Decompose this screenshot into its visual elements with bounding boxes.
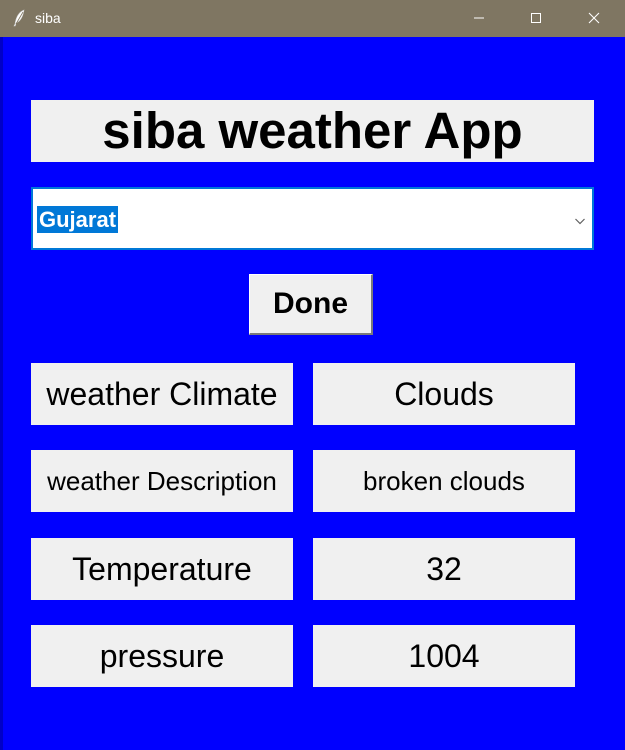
pressure-label: pressure bbox=[31, 625, 293, 687]
description-value: broken clouds bbox=[313, 450, 575, 512]
close-icon bbox=[588, 12, 600, 24]
feather-icon bbox=[12, 9, 26, 27]
maximize-button[interactable] bbox=[513, 0, 559, 37]
minimize-icon bbox=[474, 17, 484, 19]
chevron-down-icon[interactable] bbox=[574, 213, 586, 225]
close-button[interactable] bbox=[571, 0, 617, 37]
app-window: siba siba weather App Gujarat Done weath… bbox=[0, 0, 625, 750]
window-edge bbox=[0, 37, 3, 750]
climate-label: weather Climate bbox=[31, 363, 293, 425]
window-title: siba bbox=[35, 10, 61, 26]
app-heading: siba weather App bbox=[31, 100, 594, 162]
title-bar[interactable]: siba bbox=[0, 0, 625, 37]
temperature-label: Temperature bbox=[31, 538, 293, 600]
temperature-value: 32 bbox=[313, 538, 575, 600]
description-label: weather Description bbox=[31, 450, 293, 512]
location-selected-value[interactable]: Gujarat bbox=[37, 206, 119, 233]
location-combobox[interactable]: Gujarat bbox=[31, 187, 594, 250]
done-button[interactable]: Done bbox=[249, 274, 373, 335]
climate-value: Clouds bbox=[313, 363, 575, 425]
pressure-value: 1004 bbox=[313, 625, 575, 687]
maximize-icon bbox=[531, 13, 541, 23]
minimize-button[interactable] bbox=[456, 0, 502, 37]
